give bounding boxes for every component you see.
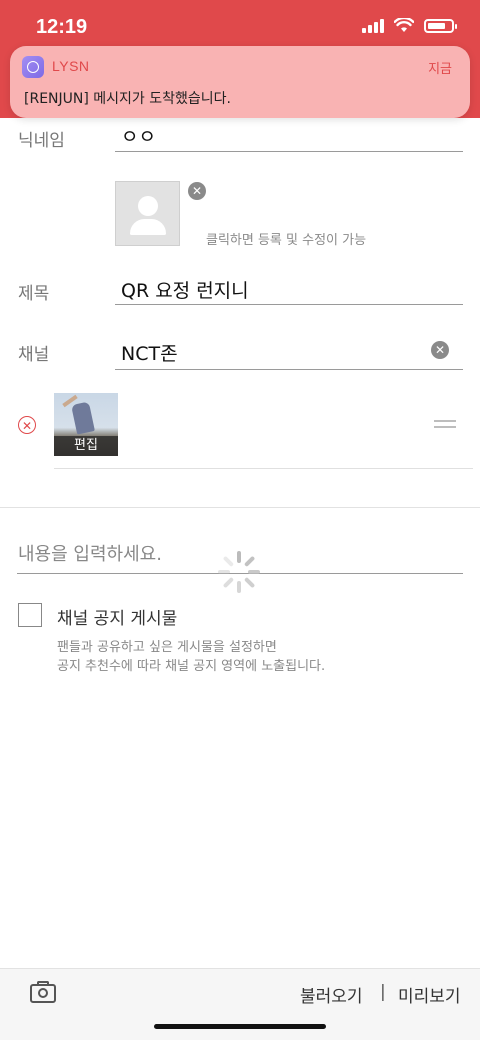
- attachment-thumbnail[interactable]: 편집: [54, 393, 118, 456]
- notice-description: 팬들과 공유하고 싶은 게시물을 설정하면 공지 추천수에 따라 채널 공지 영…: [57, 638, 325, 676]
- title-input[interactable]: QR 요정 런지니: [121, 276, 249, 303]
- title-underline: [115, 304, 463, 305]
- wifi-icon: [394, 18, 414, 32]
- status-time: 12:19: [36, 16, 88, 38]
- photo-hint: 클릭하면 등록 및 수정이 가능: [206, 233, 367, 248]
- notification-time: 지금: [428, 62, 452, 77]
- camera-icon[interactable]: [30, 981, 56, 1003]
- cellular-signal-icon: [362, 18, 384, 33]
- battery-icon: [424, 18, 457, 33]
- nickname-label: 닉네임: [18, 131, 65, 151]
- content-input[interactable]: 내용을 입력하세요.: [18, 540, 162, 566]
- attachment-underline: [54, 468, 473, 469]
- bottom-toolbar: 불러오기 | 미리보기: [0, 968, 480, 1040]
- drag-handle-icon[interactable]: [434, 420, 456, 432]
- notification-app-name: LYSN: [52, 58, 90, 74]
- channel-input[interactable]: NCT존: [121, 339, 178, 366]
- loading-spinner-icon: [218, 551, 260, 593]
- notice-checkbox[interactable]: [18, 603, 42, 627]
- load-button[interactable]: 불러오기: [300, 982, 363, 1007]
- home-indicator: [154, 1024, 326, 1029]
- channel-clear-icon[interactable]: ✕: [431, 341, 449, 359]
- attachment-remove-icon[interactable]: ✕: [18, 416, 36, 434]
- notice-description-line2: 공지 추천수에 따라 채널 공지 영역에 노출됩니다.: [57, 659, 326, 674]
- app-icon: [22, 56, 44, 78]
- toolbar-separator: |: [380, 982, 386, 1002]
- thumbnail-person: [71, 401, 95, 435]
- channel-underline: [115, 369, 463, 370]
- push-notification[interactable]: LYSN 지금 [RENJUN] 메시지가 도착했습니다.: [10, 46, 470, 118]
- preview-button[interactable]: 미리보기: [398, 982, 461, 1007]
- nickname-underline: [115, 151, 463, 152]
- section-divider: [0, 507, 480, 508]
- notification-message: [RENJUN] 메시지가 도착했습니다.: [24, 91, 231, 107]
- person-icon-body: [130, 219, 166, 235]
- person-icon-head: [138, 196, 158, 216]
- profile-photo-placeholder[interactable]: [115, 181, 180, 246]
- status-icons: [362, 18, 457, 33]
- title-label: 제목: [18, 284, 50, 304]
- nickname-input[interactable]: ㅇㅇ: [121, 122, 156, 149]
- channel-label: 채널: [18, 345, 50, 365]
- notice-checkbox-label[interactable]: 채널 공지 게시물: [57, 604, 177, 629]
- attachment-edit-button[interactable]: 편집: [54, 436, 118, 456]
- notice-description-line1: 팬들과 공유하고 싶은 게시물을 설정하면: [57, 640, 277, 655]
- photo-remove-icon[interactable]: ✕: [188, 182, 206, 200]
